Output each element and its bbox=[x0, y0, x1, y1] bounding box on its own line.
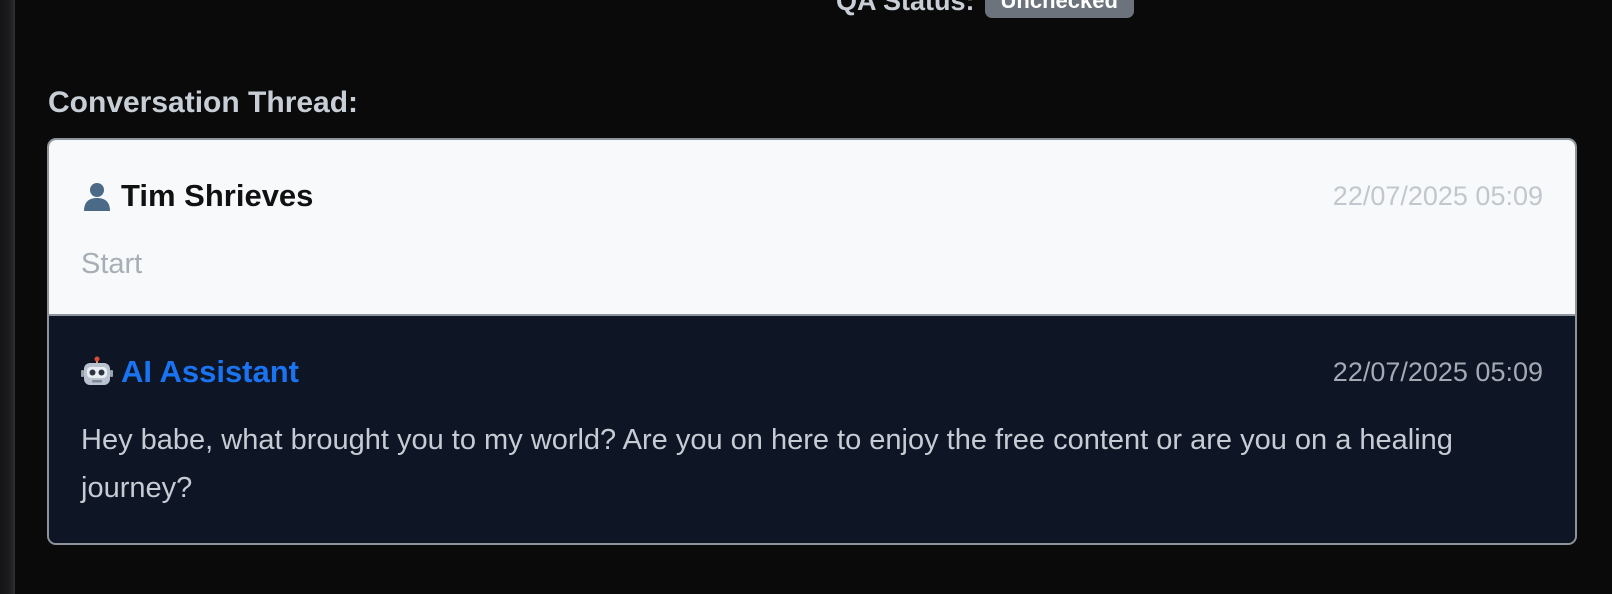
conversation-page: QA Status: Unchecked Conversation Thread… bbox=[0, 0, 1612, 594]
message-header: Tim Shrieves 22/07/2025 05:09 bbox=[81, 176, 1543, 216]
user-silhouette-icon bbox=[81, 180, 113, 212]
robot-icon bbox=[81, 356, 113, 388]
message-text: Start bbox=[81, 248, 143, 280]
author-name: Tim Shrieves bbox=[121, 178, 314, 213]
message-text: Hey babe, what brought you to my world? … bbox=[81, 424, 1453, 504]
window-edge bbox=[0, 0, 15, 594]
message-timestamp: 22/07/2025 05:09 bbox=[1332, 356, 1543, 387]
conversation-thread-title: Conversation Thread: bbox=[48, 86, 359, 119]
message-user: Tim Shrieves 22/07/2025 05:09 Start bbox=[49, 140, 1575, 316]
message-author: Tim Shrieves bbox=[81, 178, 313, 214]
message-assistant: AI Assistant 22/07/2025 05:09 Hey babe, … bbox=[49, 316, 1575, 543]
message-header: AI Assistant 22/07/2025 05:09 bbox=[81, 352, 1543, 392]
qa-status-badge: Unchecked bbox=[984, 0, 1134, 18]
author-name: AI Assistant bbox=[121, 354, 300, 389]
conversation-thread: Tim Shrieves 22/07/2025 05:09 Start AI A… bbox=[47, 138, 1577, 545]
qa-status-label: QA Status: bbox=[836, 0, 975, 16]
message-author: AI Assistant bbox=[81, 354, 299, 390]
message-timestamp: 22/07/2025 05:09 bbox=[1332, 180, 1543, 211]
qa-status-row: QA Status: Unchecked bbox=[836, 0, 1134, 18]
